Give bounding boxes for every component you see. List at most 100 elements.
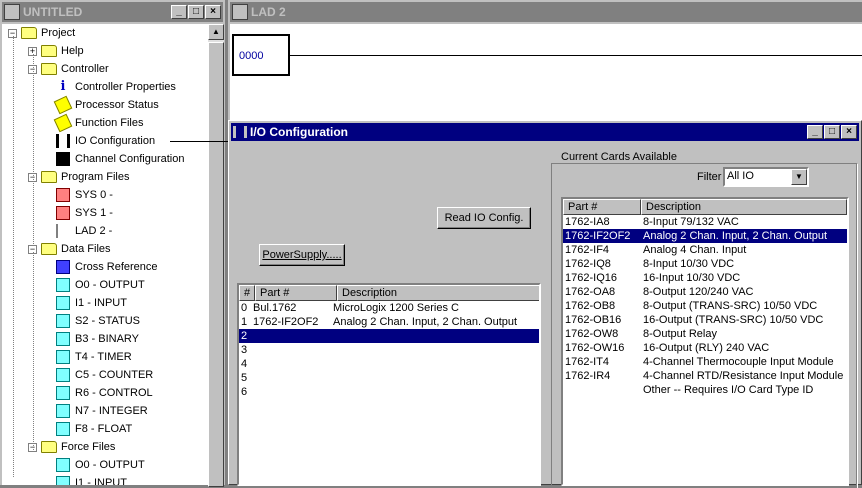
slot-number: 4 [241, 358, 248, 370]
card-description: 8-Output 120/240 VAC [643, 286, 754, 298]
tree-item[interactable]: N7 - INTEGER [56, 402, 148, 420]
chevron-down-icon[interactable]: ▼ [791, 169, 807, 185]
tree-scrollbar[interactable]: ▲ [208, 24, 224, 487]
slot-row[interactable]: 0 Bul.1762 MicroLogix 1200 Series C [239, 301, 539, 315]
card-row[interactable]: 1762-OB8 8-Output (TRANS-SRC) 10/50 VDC [563, 299, 847, 313]
tree-item[interactable]: − Controller [28, 60, 109, 78]
tree-item[interactable]: S2 - STATUS [56, 312, 140, 330]
tree-item-label: F8 - FLOAT [75, 423, 133, 435]
card-row[interactable]: 1762-IQ8 8-Input 10/30 VDC [563, 257, 847, 271]
tree-item[interactable]: SYS 1 - [56, 204, 113, 222]
card-description: 8-Input 10/30 VDC [643, 258, 735, 270]
card-description: 4-Channel RTD/Resistance Input Module [643, 370, 844, 382]
part-column-header[interactable]: Part # [255, 285, 337, 301]
tree-item[interactable]: O0 - OUTPUT [56, 456, 145, 474]
slot-row[interactable]: 6 [239, 385, 539, 399]
project-window: UNTITLED _ □ × − Project + Help − Controller i… [0, 0, 226, 487]
rung-number[interactable]: 0000 [232, 34, 290, 76]
tree-item[interactable]: + Help [28, 42, 84, 60]
data-file-icon [56, 476, 70, 485]
filter-select[interactable]: All IO ▼ [723, 167, 809, 187]
dialog-titlebar[interactable]: I/O Configuration _ □ × [231, 123, 859, 141]
tree-item[interactable]: Cross Reference [56, 258, 158, 276]
description-column-header[interactable]: Description [337, 285, 539, 301]
slot-column-header[interactable]: # [239, 285, 255, 301]
card-part-number: 1762-IA8 [565, 216, 610, 228]
card-row[interactable]: Other -- Requires I/O Card Type ID [563, 383, 847, 397]
card-row[interactable]: 1762-OW16 16-Output (RLY) 240 VAC [563, 341, 847, 355]
dialog-title: I/O Configuration [250, 125, 348, 139]
slot-number: 2 [241, 330, 248, 342]
slot-row[interactable]: 5 [239, 371, 539, 385]
tree-item-label: SYS 1 - [75, 207, 113, 219]
card-description: 4-Channel Thermocouple Input Module [643, 356, 834, 368]
power-supply-button[interactable]: PowerSupply..... [259, 244, 345, 266]
card-row[interactable]: 1762-IR4 4-Channel RTD/Resistance Input M… [563, 369, 847, 383]
tree-item[interactable]: T4 - TIMER [56, 348, 132, 366]
slot-row[interactable]: 2 [239, 329, 539, 343]
scroll-up-button[interactable]: ▲ [208, 24, 224, 40]
data-file-icon [56, 350, 70, 364]
tree-item[interactable]: SYS 0 - [56, 186, 113, 204]
io-icon [56, 134, 70, 148]
slot-row[interactable]: 3 [239, 343, 539, 357]
tree-item-label: Controller [61, 63, 109, 75]
tree-item[interactable]: I1 - INPUT [56, 474, 127, 485]
card-row[interactable]: 1762-IT4 4-Channel Thermocouple Input Mod… [563, 355, 847, 369]
card-row[interactable]: 1762-IF2OF2 Analog 2 Chan. Input, 2 Chan.… [563, 229, 847, 243]
folder-icon [41, 171, 57, 183]
data-file-icon [56, 368, 70, 382]
tree-item[interactable]: O0 - OUTPUT [56, 276, 145, 294]
project-title: UNTITLED [23, 5, 83, 19]
card-row[interactable]: 1762-IF4 Analog 4 Chan. Input [563, 243, 847, 257]
slot-number: 5 [241, 372, 248, 384]
tree-item[interactable]: − Data Files [28, 240, 111, 258]
tree-item[interactable]: IO Configuration [56, 132, 155, 150]
tag-icon [53, 95, 73, 115]
dialog-maximize-button[interactable]: □ [824, 125, 840, 139]
tree-item[interactable]: C5 - COUNTER [56, 366, 153, 384]
tree-item[interactable]: I1 - INPUT [56, 294, 127, 312]
tree-item[interactable]: F8 - FLOAT [56, 420, 132, 438]
card-row[interactable]: 1762-IQ16 16-Input 10/30 VDC [563, 271, 847, 285]
cards-listbox[interactable]: Part # Description 1762-IA8 8-Input 79/13… [561, 197, 849, 486]
tree-item[interactable]: − Program Files [28, 168, 129, 186]
card-row[interactable]: 1762-OA8 8-Output 120/240 VAC [563, 285, 847, 299]
card-part-column-header[interactable]: Part # [563, 199, 641, 215]
card-description-column-header[interactable]: Description [641, 199, 847, 215]
tree-item[interactable]: LAD 2 - [56, 222, 112, 240]
card-description: Other -- Requires I/O Card Type ID [643, 384, 814, 396]
tree-item[interactable]: − Force Files [28, 438, 115, 456]
card-row[interactable]: 1762-OW8 8-Output Relay [563, 327, 847, 341]
card-part-number: 1762-OB8 [565, 300, 616, 312]
tree-item[interactable]: − Project [8, 24, 75, 42]
tree-item-label: Processor Status [75, 99, 159, 111]
project-titlebar[interactable]: UNTITLED _ □ × [2, 2, 223, 22]
tree-item[interactable]: R6 - CONTROL [56, 384, 153, 402]
tree-item[interactable]: B3 - BINARY [56, 330, 139, 348]
scroll-thumb[interactable] [208, 42, 224, 487]
tree-item-label: Program Files [61, 171, 130, 183]
ladder-titlebar[interactable]: LAD 2 [230, 2, 862, 22]
tree-item[interactable]: Channel Configuration [56, 150, 184, 168]
maximize-button[interactable]: □ [188, 5, 204, 19]
tree-item[interactable]: Processor Status [53, 95, 159, 115]
slot-description: Analog 2 Chan. Input, 2 Chan. Output [333, 316, 518, 328]
folder-icon [41, 63, 57, 75]
tree-item[interactable]: Function Files [53, 113, 143, 133]
close-button[interactable]: × [205, 5, 221, 19]
slot-row[interactable]: 1 1762-IF2OF2 Analog 2 Chan. Input, 2 Chan… [239, 315, 539, 329]
tree-item-label: Channel Configuration [75, 153, 185, 165]
dialog-close-button[interactable]: × [841, 125, 857, 139]
minimize-button[interactable]: _ [171, 5, 187, 19]
card-row[interactable]: 1762-OB16 16-Output (TRANS-SRC) 10/50 VDC [563, 313, 847, 327]
dialog-minimize-button[interactable]: _ [807, 125, 823, 139]
card-description: Analog 4 Chan. Input [643, 244, 747, 256]
slot-row[interactable]: 4 [239, 357, 539, 371]
tree-item-label: O0 - OUTPUT [75, 279, 145, 291]
card-row[interactable]: 1762-IA8 8-Input 79/132 VAC [563, 215, 847, 229]
tree-item[interactable]: i Controller Properties [56, 78, 176, 96]
info-icon: i [60, 79, 66, 94]
slots-listbox[interactable]: # Part # Description 0 Bul.1762 MicroLogix… [237, 283, 541, 486]
read-io-config-button[interactable]: Read IO Config. [437, 207, 531, 229]
